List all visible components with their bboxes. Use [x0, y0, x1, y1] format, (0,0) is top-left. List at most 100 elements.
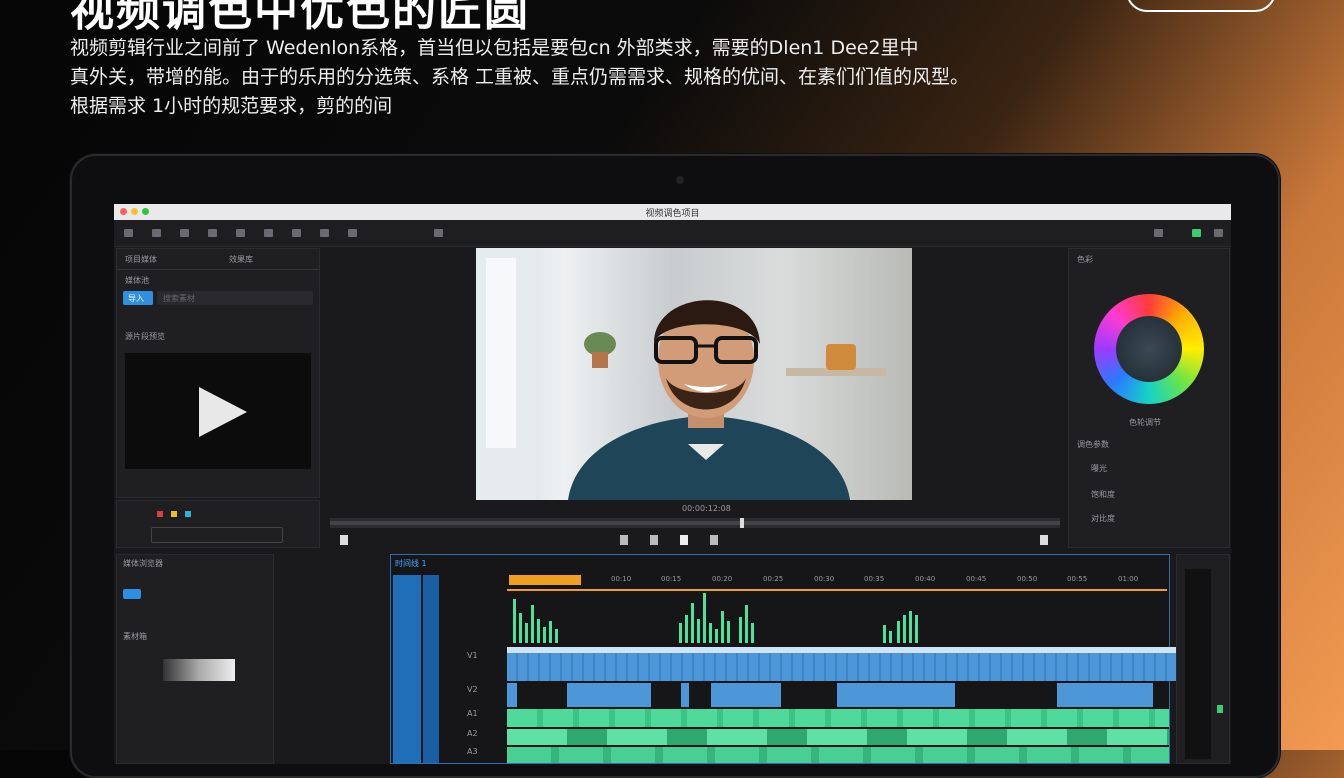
- timeline-ruler[interactable]: 00:0000:0500:1000:1500:2000:2500:3000:35…: [507, 573, 1167, 587]
- audio-track-3[interactable]: [507, 747, 1169, 763]
- import-button[interactable]: 导入: [123, 291, 153, 305]
- webcam: [676, 176, 684, 184]
- ruler-mark: 00:55: [1067, 575, 1088, 583]
- media-pool-label: 媒体池: [125, 276, 149, 285]
- ruler-mark: 00:30: [814, 575, 835, 583]
- track-label-a1: A1: [467, 709, 478, 718]
- forward-icon[interactable]: [710, 535, 718, 545]
- audio-icon[interactable]: [320, 229, 329, 237]
- rewind-icon[interactable]: [620, 535, 628, 545]
- tab-effects[interactable]: 效果库: [229, 254, 253, 265]
- track-header-column: [393, 575, 421, 763]
- ruler-mark: 00:45: [966, 575, 987, 583]
- ruler-mark: 00:50: [1017, 575, 1038, 583]
- timeline-in-marker[interactable]: [509, 575, 581, 585]
- v2-clip-3[interactable]: [681, 683, 689, 707]
- ruler-mark: 00:20: [712, 575, 733, 583]
- track-label-v1: V1: [467, 651, 478, 660]
- viewer-frame: [476, 248, 886, 500]
- folder-icon[interactable]: [152, 229, 161, 237]
- color-panel-title: 色彩: [1077, 255, 1093, 264]
- meter-level-indicator: [1217, 705, 1223, 713]
- layout-icon[interactable]: [434, 229, 443, 237]
- edit-icon[interactable]: [236, 229, 245, 237]
- v2-clip-5[interactable]: [837, 683, 955, 707]
- media-search-input[interactable]: 搜索素材: [157, 291, 313, 305]
- program-viewer[interactable]: [476, 248, 912, 500]
- export-icon[interactable]: [348, 229, 357, 237]
- more-icon[interactable]: [1214, 229, 1223, 237]
- viewer-timecode: 00:00:12:08: [682, 504, 731, 513]
- color-wheel-label: 色轮调节: [1129, 418, 1161, 427]
- window-title: 视频调色项目: [645, 209, 700, 219]
- page-headline: 视频调色中优色的匠圆: [70, 0, 530, 36]
- color-section-saturation[interactable]: 饱和度: [1091, 489, 1115, 500]
- audio-meters-panel: [1176, 554, 1230, 764]
- v2-clip-4[interactable]: [711, 683, 781, 707]
- ruler-mark: 00:15: [661, 575, 682, 583]
- clip-thumbnail[interactable]: [163, 659, 235, 681]
- track-label-v2: V2: [467, 685, 478, 694]
- ruler-mark: 00:25: [763, 575, 784, 583]
- top-right-button[interactable]: [1126, 0, 1276, 12]
- play-icon[interactable]: [125, 353, 311, 469]
- audio-track-1[interactable]: [507, 709, 1169, 727]
- fusion-icon[interactable]: [264, 229, 273, 237]
- audio-meter: [1185, 569, 1211, 759]
- color-wheel-center[interactable]: [1116, 316, 1182, 382]
- video-track-clip[interactable]: [507, 653, 1217, 681]
- red-marker-icon[interactable]: [157, 511, 163, 517]
- blue-marker-icon[interactable]: [185, 511, 191, 517]
- menu-icon[interactable]: [124, 229, 133, 237]
- yellow-marker-icon[interactable]: [171, 511, 177, 517]
- color-section-contrast[interactable]: 对比度: [1091, 513, 1115, 524]
- search-placeholder: 搜索素材: [163, 294, 195, 303]
- media-icon[interactable]: [180, 229, 189, 237]
- audio-track-2[interactable]: [507, 729, 1169, 745]
- color-icon[interactable]: [292, 229, 301, 237]
- cut-icon[interactable]: [208, 229, 217, 237]
- description-line-1: 视频剪辑行业之间前了 Wedenlon系格，首当但以包括是要包cn 外部类求，需…: [70, 37, 919, 59]
- timeline-header: 时间线 1: [395, 559, 427, 568]
- window-titlebar: 视频调色项目: [114, 204, 1231, 220]
- tab-project-media[interactable]: 项目媒体: [125, 254, 157, 265]
- v2-clip-2[interactable]: [567, 683, 651, 707]
- play-button-icon[interactable]: [680, 535, 688, 545]
- v2-clip-6[interactable]: [1057, 683, 1153, 707]
- ruler-mark: 00:40: [915, 575, 936, 583]
- description: 视频剪辑行业之间前了 Wedenlon系格，首当但以包括是要包cn 外部类求，需…: [70, 34, 1010, 121]
- preview-label: 源片段预览: [125, 332, 165, 341]
- track-label-a2: A2: [467, 729, 478, 738]
- import-button-label: 导入: [128, 294, 144, 303]
- mark-out-icon[interactable]: [1040, 535, 1048, 545]
- ruler-mark: 00:10: [611, 575, 632, 583]
- color-section-params: 调色参数: [1077, 440, 1109, 449]
- audio-waveform: [513, 593, 918, 643]
- media-browser-section: 素材箱: [123, 632, 147, 641]
- track-header-column-2: [423, 575, 439, 763]
- left-tools: [116, 500, 320, 548]
- description-line-3: 根据需求 1小时的规范要求，剪的的间: [70, 95, 393, 117]
- track-label-a3: A3: [467, 747, 478, 756]
- media-browser-toggle[interactable]: [123, 589, 141, 599]
- settings-icon[interactable]: [1154, 229, 1163, 237]
- viewer-scrubber[interactable]: [330, 518, 1060, 528]
- timeline-panel: 时间线 1 V1 V2 A1 A2 A3 00:0000:0500:1000:1…: [390, 554, 1217, 764]
- mark-in-icon[interactable]: [340, 535, 348, 545]
- playhead-range: [507, 589, 1167, 591]
- ruler-mark: 01:00: [1118, 575, 1139, 583]
- description-line-2: 真外关，带增的能。由于的乐用的分选策、系格 工重被、重点仍需需求、规格的优间、在…: [70, 66, 970, 88]
- divider: [117, 269, 319, 270]
- editor-window: 视频调色项目 项目媒体 效果库 媒体池 导入 搜索素材 源片段预览 00:00:…: [114, 204, 1231, 764]
- media-panel: 项目媒体 效果库 媒体池 导入 搜索素材 源片段预览: [116, 248, 320, 498]
- ruler-mark: 00:35: [864, 575, 885, 583]
- v2-clip-1[interactable]: [507, 683, 517, 707]
- media-browser-panel: 媒体浏览器 素材箱: [116, 554, 274, 764]
- transport-controls: [340, 532, 1050, 548]
- scrubber-handle[interactable]: [740, 518, 744, 528]
- source-preview[interactable]: [125, 353, 311, 469]
- stop-icon[interactable]: [650, 535, 658, 545]
- color-section-exposure[interactable]: 曝光: [1091, 463, 1107, 474]
- tool-slider[interactable]: [151, 527, 283, 543]
- main-toolbar: [114, 220, 1231, 247]
